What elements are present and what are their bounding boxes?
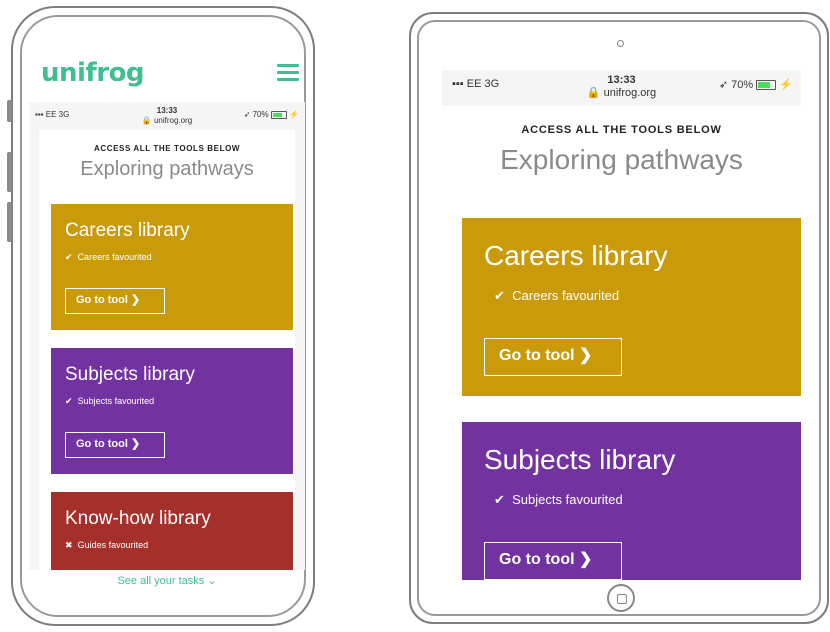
card-favourite-status: ✔ Careers favourited <box>65 252 152 262</box>
go-to-tool-button[interactable]: Go to tool ❯ <box>65 432 165 458</box>
page-content: ACCESS ALL THE TOOLS BELOW Exploring pat… <box>39 130 295 570</box>
section-eyebrow: ACCESS ALL THE TOOLS BELOW <box>521 124 722 136</box>
subjects-library-card: Subjects library ✔ Subjects favourited G… <box>51 348 293 474</box>
home-button[interactable] <box>607 584 635 612</box>
cross-icon: ✖ <box>65 540 73 550</box>
card-title: Subjects library <box>65 364 195 385</box>
check-icon: ✔ <box>65 396 73 406</box>
chevron-right-icon: ❯ <box>131 438 141 450</box>
app-header: unifrog <box>37 58 301 98</box>
subjects-library-card: Subjects library ✔ Subjects favourited G… <box>462 422 801 580</box>
card-title: Subjects library <box>484 444 676 475</box>
location-arrow-icon: ➶ <box>243 110 251 119</box>
chevron-right-icon: ❯ <box>578 347 593 364</box>
location-arrow-icon: ➶ <box>718 79 729 91</box>
section-eyebrow: ACCESS ALL THE TOOLS BELOW <box>93 144 241 153</box>
tablet-browser-screen: ▪▪▪ EE 3G 13:33 🔒 unifrog.org ➶ 70% ⚡ AC… <box>442 70 801 580</box>
status-bar: ▪▪▪ EE 3G 13:33 🔒 unifrog.org ➶ 70% ⚡ <box>442 70 801 106</box>
section-heading: Exploring pathways <box>500 144 743 175</box>
check-icon: ✔ <box>494 288 505 303</box>
clock: 13:33 <box>607 74 636 86</box>
phone-side-button <box>7 100 12 122</box>
battery-status: ➶ 70% ⚡ <box>718 79 793 91</box>
lock-icon: 🔒 <box>586 87 601 99</box>
go-to-tool-button[interactable]: Go to tool ❯ <box>65 288 165 314</box>
page-content: ACCESS ALL THE TOOLS BELOW Exploring pat… <box>442 106 801 580</box>
url-label: unifrog.org <box>603 87 657 99</box>
check-icon: ✔ <box>65 252 73 262</box>
check-icon: ✔ <box>494 492 505 507</box>
card-favourite-status: ✔ Subjects favourited <box>65 396 155 406</box>
card-favourite-status: ✔ Careers favourited <box>494 288 620 303</box>
go-to-tool-button[interactable]: Go to tool ❯ <box>484 542 622 580</box>
tablet-device: ▪▪▪ EE 3G 13:33 🔒 unifrog.org ➶ 70% ⚡ AC… <box>409 12 829 624</box>
card-favourite-status: ✖ Guides favourited <box>65 540 149 550</box>
status-bar: ▪▪▪ EE 3G 13:33 🔒 unifrog.org ➶ 70% ⚡ <box>29 102 305 132</box>
url-label: unifrog.org <box>153 116 193 125</box>
card-title: Know-how library <box>65 508 211 529</box>
careers-library-card: Careers library ✔ Careers favourited Go … <box>462 218 801 396</box>
card-title: Careers library <box>484 240 668 271</box>
hamburger-menu-icon[interactable] <box>277 64 299 82</box>
camera-icon <box>617 40 624 47</box>
unifrog-logo[interactable]: unifrog <box>41 58 145 88</box>
phone-browser-screen: ▪▪▪ EE 3G 13:33 🔒 unifrog.org ➶ 70% ⚡ AC… <box>29 102 305 570</box>
battery-icon <box>756 80 777 91</box>
card-favourite-status: ✔ Subjects favourited <box>494 492 623 507</box>
phone-side-button <box>7 202 12 242</box>
go-to-tool-button[interactable]: Go to tool ❯ <box>484 338 622 376</box>
chevron-right-icon: ❯ <box>131 294 141 306</box>
know-how-library-card: Know-how library ✖ Guides favourited <box>51 492 293 570</box>
lock-icon: 🔒 <box>141 116 152 125</box>
chevron-right-icon: ❯ <box>578 551 593 568</box>
phone-device: unifrog ▪▪▪ EE 3G 13:33 🔒 unifrog.org ➶ … <box>7 6 315 626</box>
battery-status: ➶ 70% ⚡ <box>243 110 299 119</box>
card-title: Careers library <box>65 220 190 241</box>
section-heading: Exploring pathways <box>80 158 254 180</box>
careers-library-card: Careers library ✔ Careers favourited Go … <box>51 204 293 330</box>
see-all-tasks-link[interactable]: See all your tasks ⌄ <box>29 574 305 587</box>
phone-side-button <box>7 152 12 192</box>
battery-icon <box>270 110 287 119</box>
